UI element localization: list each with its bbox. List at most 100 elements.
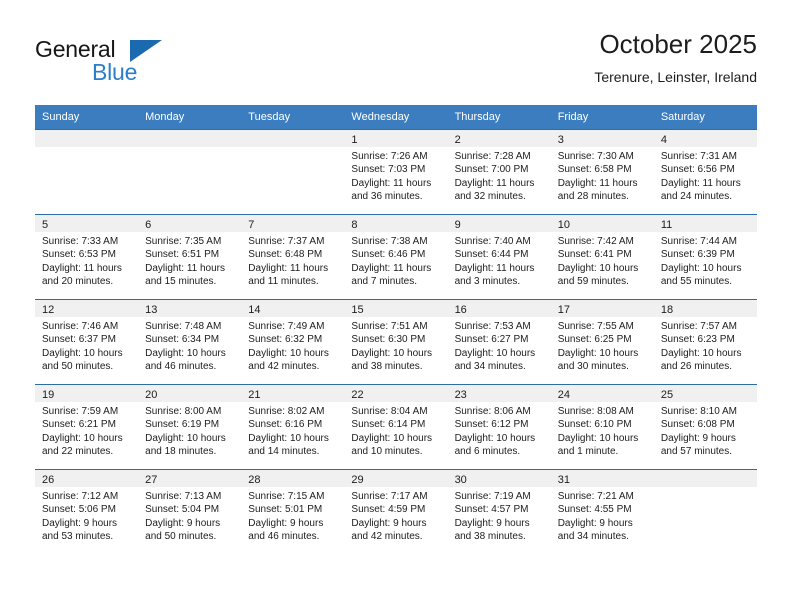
calendar-day-cell[interactable]: 14 Sunrise: 7:49 AM Sunset: 6:32 PM Dayligh… <box>241 299 345 385</box>
day-info: Sunrise: 8:10 AM Sunset: 6:08 PM Daylight:… <box>654 402 757 459</box>
daylight-text: Daylight: 10 hours and 1 minute. <box>557 432 639 458</box>
sunrise-text: Sunrise: 7:51 AM <box>351 321 428 332</box>
day-cell-body: 30 Sunrise: 7:19 AM Sunset: 4:57 PM Dayligh… <box>447 470 551 554</box>
calendar-day-cell[interactable]: 31 Sunrise: 7:21 AM Sunset: 4:55 PM Dayligh… <box>550 469 654 554</box>
calendar-day-cell[interactable]: 4 Sunrise: 7:31 AM Sunset: 6:56 PM Daylight… <box>653 129 757 215</box>
day-cell-body: 31 Sunrise: 7:21 AM Sunset: 4:55 PM Dayligh… <box>550 470 654 554</box>
calendar-day-cell[interactable]: 25 Sunrise: 8:10 AM Sunset: 6:08 PM Dayligh… <box>653 384 757 470</box>
day-cell-body: 23 Sunrise: 8:06 AM Sunset: 6:12 PM Dayligh… <box>447 385 551 469</box>
day-number: 13 <box>145 304 158 316</box>
calendar-day-cell[interactable]: 16 Sunrise: 7:53 AM Sunset: 6:27 PM Dayligh… <box>447 299 551 385</box>
calendar-day-cell[interactable]: 17 Sunrise: 7:55 AM Sunset: 6:25 PM Dayligh… <box>550 299 654 385</box>
day-number-band: 10 <box>550 215 654 232</box>
calendar-day-cell[interactable]: 6 Sunrise: 7:35 AM Sunset: 6:51 PM Daylight… <box>138 214 242 300</box>
day-number-band <box>35 130 139 147</box>
day-number-band: 5 <box>35 215 139 232</box>
daylight-text: Daylight: 10 hours and 34 minutes. <box>454 347 536 373</box>
day-info: Sunrise: 7:59 AM Sunset: 6:21 PM Daylight:… <box>35 402 138 459</box>
sunset-text: Sunset: 6:25 PM <box>557 334 632 346</box>
day-cell-body: 25 Sunrise: 8:10 AM Sunset: 6:08 PM Dayligh… <box>653 385 757 469</box>
day-cell-body <box>241 130 345 214</box>
day-number: 20 <box>145 389 158 401</box>
day-number-band: 27 <box>138 470 242 487</box>
day-cell-body: 21 Sunrise: 8:02 AM Sunset: 6:16 PM Dayligh… <box>241 385 345 469</box>
day-cell-body: 15 Sunrise: 7:51 AM Sunset: 6:30 PM Dayligh… <box>344 300 448 384</box>
calendar-day-cell[interactable]: 5 Sunrise: 7:33 AM Sunset: 6:53 PM Daylight… <box>35 214 139 300</box>
sunset-text: Sunset: 6:14 PM <box>351 419 426 431</box>
sunrise-text: Sunrise: 7:15 AM <box>248 491 325 502</box>
day-number-band: 3 <box>550 130 654 147</box>
day-cell-body: 6 Sunrise: 7:35 AM Sunset: 6:51 PM Daylight… <box>138 215 242 299</box>
day-number-band: 31 <box>550 470 654 487</box>
day-cell-body: 28 Sunrise: 7:15 AM Sunset: 5:01 PM Dayligh… <box>241 470 345 554</box>
calendar-day-cell[interactable]: 29 Sunrise: 7:17 AM Sunset: 4:59 PM Dayligh… <box>344 469 448 554</box>
day-info: Sunrise: 7:15 AM Sunset: 5:01 PM Daylight:… <box>241 487 344 544</box>
day-cell-body: 26 Sunrise: 7:12 AM Sunset: 5:06 PM Dayligh… <box>35 470 139 554</box>
day-number: 29 <box>351 474 364 486</box>
calendar-day-cell[interactable]: 3 Sunrise: 7:30 AM Sunset: 6:58 PM Daylight… <box>550 129 654 215</box>
day-number: 8 <box>351 219 358 231</box>
calendar-day-cell[interactable]: 9 Sunrise: 7:40 AM Sunset: 6:44 PM Daylight… <box>447 214 551 300</box>
calendar-day-cell[interactable]: 27 Sunrise: 7:13 AM Sunset: 5:04 PM Dayligh… <box>138 469 242 554</box>
daylight-text: Daylight: 10 hours and 59 minutes. <box>557 262 639 288</box>
calendar-day-cell[interactable]: 21 Sunrise: 8:02 AM Sunset: 6:16 PM Dayligh… <box>241 384 345 470</box>
day-number-band: 16 <box>447 300 551 317</box>
page-subtitle: Terenure, Leinster, Ireland <box>594 69 757 85</box>
calendar-day-cell[interactable]: 12 Sunrise: 7:46 AM Sunset: 6:37 PM Dayligh… <box>35 299 139 385</box>
day-number: 28 <box>248 474 261 486</box>
calendar-day-cell-empty <box>653 469 757 554</box>
daylight-text: Daylight: 10 hours and 38 minutes. <box>351 347 433 373</box>
calendar-day-cell[interactable]: 8 Sunrise: 7:38 AM Sunset: 6:46 PM Daylight… <box>344 214 448 300</box>
daylight-text: Daylight: 11 hours and 7 minutes. <box>351 262 432 288</box>
day-cell-body: 17 Sunrise: 7:55 AM Sunset: 6:25 PM Dayligh… <box>550 300 654 384</box>
weekday-header-sunday: Sunday <box>35 105 139 130</box>
daylight-text: Daylight: 9 hours and 50 minutes. <box>145 517 221 543</box>
daylight-text: Daylight: 9 hours and 53 minutes. <box>42 517 118 543</box>
sunrise-text: Sunrise: 7:28 AM <box>454 151 531 162</box>
calendar-day-cell[interactable]: 11 Sunrise: 7:44 AM Sunset: 6:39 PM Dayligh… <box>653 214 757 300</box>
calendar-day-cell[interactable]: 28 Sunrise: 7:15 AM Sunset: 5:01 PM Dayligh… <box>241 469 345 554</box>
day-cell-body: 1 Sunrise: 7:26 AM Sunset: 7:03 PM Daylight… <box>344 130 448 214</box>
calendar-day-cell[interactable]: 13 Sunrise: 7:48 AM Sunset: 6:34 PM Dayligh… <box>138 299 242 385</box>
calendar-day-cell[interactable]: 22 Sunrise: 8:04 AM Sunset: 6:14 PM Dayligh… <box>344 384 448 470</box>
day-number-band: 8 <box>344 215 448 232</box>
calendar-day-cell[interactable]: 7 Sunrise: 7:37 AM Sunset: 6:48 PM Daylight… <box>241 214 345 300</box>
sunset-text: Sunset: 6:23 PM <box>660 334 735 346</box>
day-number: 30 <box>454 474 467 486</box>
calendar-day-cell[interactable]: 1 Sunrise: 7:26 AM Sunset: 7:03 PM Daylight… <box>344 129 448 215</box>
daylight-text: Daylight: 11 hours and 28 minutes. <box>557 177 638 203</box>
day-number: 10 <box>557 219 570 231</box>
calendar-day-cell[interactable]: 19 Sunrise: 7:59 AM Sunset: 6:21 PM Dayligh… <box>35 384 139 470</box>
sunset-text: Sunset: 6:27 PM <box>454 334 529 346</box>
brand-logo[interactable]: General Blue <box>35 36 235 92</box>
calendar-day-cell[interactable]: 24 Sunrise: 8:08 AM Sunset: 6:10 PM Dayligh… <box>550 384 654 470</box>
sunrise-text: Sunrise: 7:44 AM <box>660 236 737 247</box>
sunset-text: Sunset: 6:08 PM <box>660 419 735 431</box>
calendar-day-cell[interactable]: 26 Sunrise: 7:12 AM Sunset: 5:06 PM Dayligh… <box>35 469 139 554</box>
day-number: 26 <box>42 474 55 486</box>
sunrise-text: Sunrise: 7:37 AM <box>248 236 325 247</box>
calendar-day-cell[interactable]: 30 Sunrise: 7:19 AM Sunset: 4:57 PM Dayligh… <box>447 469 551 554</box>
daylight-text: Daylight: 11 hours and 36 minutes. <box>351 177 432 203</box>
calendar-day-cell[interactable]: 23 Sunrise: 8:06 AM Sunset: 6:12 PM Dayligh… <box>447 384 551 470</box>
daylight-text: Daylight: 9 hours and 57 minutes. <box>660 432 736 458</box>
daylight-text: Daylight: 10 hours and 18 minutes. <box>145 432 226 458</box>
calendar-week-row: 26 Sunrise: 7:12 AM Sunset: 5:06 PM Dayligh… <box>35 469 757 554</box>
sunset-text: Sunset: 6:37 PM <box>42 334 116 346</box>
sunset-text: Sunset: 6:34 PM <box>145 334 220 346</box>
day-number-band: 23 <box>447 385 551 402</box>
calendar-day-cell[interactable]: 10 Sunrise: 7:42 AM Sunset: 6:41 PM Dayligh… <box>550 214 654 300</box>
day-number: 16 <box>454 304 467 316</box>
day-number-band: 24 <box>550 385 654 402</box>
sunset-text: Sunset: 6:21 PM <box>42 419 116 431</box>
sunset-text: Sunset: 6:46 PM <box>351 249 426 261</box>
calendar-day-cell[interactable]: 2 Sunrise: 7:28 AM Sunset: 7:00 PM Daylight… <box>447 129 551 215</box>
day-info: Sunrise: 8:02 AM Sunset: 6:16 PM Daylight:… <box>241 402 344 459</box>
calendar-day-cell[interactable]: 15 Sunrise: 7:51 AM Sunset: 6:30 PM Dayligh… <box>344 299 448 385</box>
day-number: 4 <box>660 134 667 146</box>
day-number: 15 <box>351 304 364 316</box>
day-number: 7 <box>248 219 255 231</box>
calendar-day-cell[interactable]: 20 Sunrise: 8:00 AM Sunset: 6:19 PM Dayligh… <box>138 384 242 470</box>
calendar-day-cell[interactable]: 18 Sunrise: 7:57 AM Sunset: 6:23 PM Dayligh… <box>653 299 757 385</box>
day-info: Sunrise: 7:51 AM Sunset: 6:30 PM Daylight:… <box>344 317 447 374</box>
